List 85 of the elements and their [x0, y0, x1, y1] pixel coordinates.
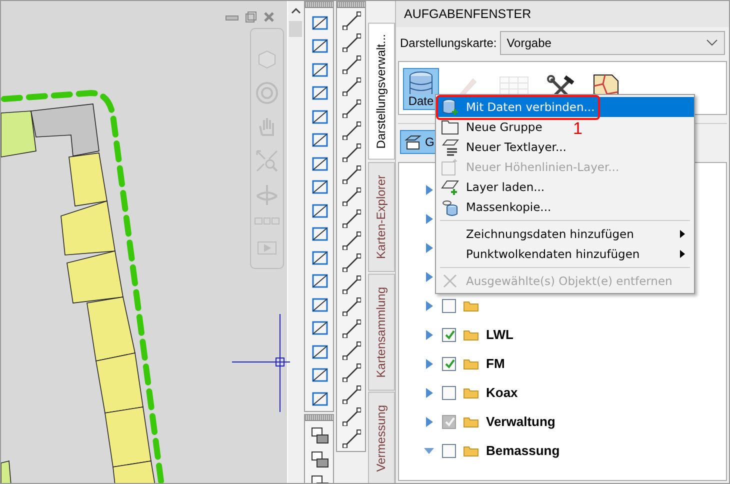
toolbar-icon[interactable]	[341, 54, 361, 74]
toolbar-grip[interactable]	[305, 414, 333, 420]
database-copy-icon	[441, 198, 459, 216]
expand-arrow-icon[interactable]	[423, 270, 435, 282]
folder-icon	[441, 119, 459, 135]
toolbar-icon[interactable]	[341, 340, 361, 360]
text-layer-icon	[441, 138, 459, 156]
menu-item[interactable]: Massenkopie...	[436, 197, 556, 217]
folder-icon	[463, 300, 479, 312]
callout-number: 1	[573, 119, 582, 139]
toolbar-button[interactable]: Date	[403, 68, 439, 110]
expand-arrow-icon[interactable]	[423, 184, 435, 196]
toolbar-icon[interactable]	[341, 296, 361, 316]
menu-item[interactable]: Neuer Textlayer...	[436, 137, 570, 157]
toolbar-icon[interactable]	[341, 120, 361, 140]
toolbar-icon[interactable]	[341, 384, 361, 404]
vertical-tab[interactable]: Karten-Explorer	[368, 162, 395, 272]
draw-order-icon[interactable]	[309, 424, 329, 444]
tree-item-label[interactable]: Bemassung	[486, 443, 560, 458]
toolbar-icon[interactable]	[341, 318, 361, 338]
toolbar-icon[interactable]	[341, 428, 361, 448]
toolbar-icon[interactable]	[341, 252, 361, 272]
folder-icon	[463, 386, 479, 398]
building	[66, 250, 124, 304]
checkbox[interactable]	[442, 386, 456, 400]
checkbox[interactable]	[442, 356, 456, 370]
menu-item[interactable]: Zeichnungsdaten hinzufügen	[436, 224, 694, 244]
field-label: Darstellungskarte:	[400, 36, 497, 50]
menu-item[interactable]: Neue Gruppe	[436, 117, 546, 137]
checkbox[interactable]	[442, 328, 456, 342]
delete-icon	[442, 273, 458, 289]
database-plus-icon	[441, 98, 459, 116]
page-icon	[441, 158, 459, 176]
toolbar-icon[interactable]	[341, 274, 361, 294]
vertical-tab[interactable]: Darstellungsverwalt...	[368, 23, 395, 160]
expand-arrow-icon[interactable]	[423, 358, 435, 370]
toolbar-icon[interactable]	[341, 186, 361, 206]
scrollbar[interactable]	[287, 1, 303, 483]
map-dropdown[interactable]: Vorgabe	[500, 31, 725, 55]
scroll-up-icon[interactable]	[290, 7, 300, 15]
menu-item[interactable]: Layer laden...	[436, 177, 549, 197]
database-icon	[407, 70, 435, 94]
toolbar-icon[interactable]	[341, 208, 361, 228]
toolbar-icon[interactable]	[341, 76, 361, 96]
toolbar-icon[interactable]	[341, 164, 361, 184]
toolbar-icon[interactable]	[341, 142, 361, 162]
folder-icon	[463, 328, 479, 340]
folder-icon	[463, 358, 479, 370]
chevron-down-icon	[706, 39, 718, 47]
toolbar-grip[interactable]	[337, 2, 365, 8]
folder-icon	[463, 444, 479, 456]
expand-arrow-icon[interactable]	[423, 300, 435, 312]
collapse-arrow-icon[interactable]	[423, 446, 435, 456]
panel-title: AUFGABENFENSTER	[396, 1, 729, 27]
layer-plus-icon	[441, 178, 459, 196]
building	[1, 460, 12, 483]
toolbar-icon[interactable]	[341, 98, 361, 118]
draw-order-icon[interactable]	[309, 448, 329, 468]
scroll-thumb[interactable]	[289, 21, 302, 37]
expand-arrow-icon[interactable]	[423, 386, 435, 398]
expand-arrow-icon[interactable]	[423, 242, 435, 254]
vertical-tab[interactable]: Vermessung	[368, 392, 395, 483]
toolbar-icon[interactable]	[341, 406, 361, 426]
checkbox[interactable]	[442, 444, 456, 458]
building	[96, 352, 144, 414]
building	[60, 200, 116, 256]
toolbar-icon[interactable]	[341, 10, 361, 30]
toolbar-icon[interactable]	[341, 362, 361, 382]
expand-arrow-icon[interactable]	[423, 328, 435, 340]
tree-item-label[interactable]: LWL	[486, 327, 514, 342]
vertical-tab[interactable]: Kartensammlung	[368, 274, 395, 390]
checkbox[interactable]	[442, 298, 456, 312]
toolbar-grip[interactable]	[305, 2, 333, 8]
tree-item-label[interactable]: FM	[486, 356, 505, 371]
toolbar-icon[interactable]	[341, 230, 361, 250]
building	[86, 296, 136, 362]
menu-item[interactable]: Punktwolkendaten hinzufügen	[436, 244, 694, 264]
folder-icon	[463, 416, 479, 428]
submenu-arrow-icon	[680, 230, 686, 238]
toolbar-icon[interactable]	[341, 32, 361, 52]
layer-group-icon	[404, 133, 422, 151]
menu-item[interactable]: Mit Daten verbinden...	[436, 97, 694, 117]
submenu-arrow-icon	[680, 250, 686, 258]
tree-item-label[interactable]: Koax	[486, 385, 518, 400]
expand-arrow-icon[interactable]	[423, 212, 435, 224]
